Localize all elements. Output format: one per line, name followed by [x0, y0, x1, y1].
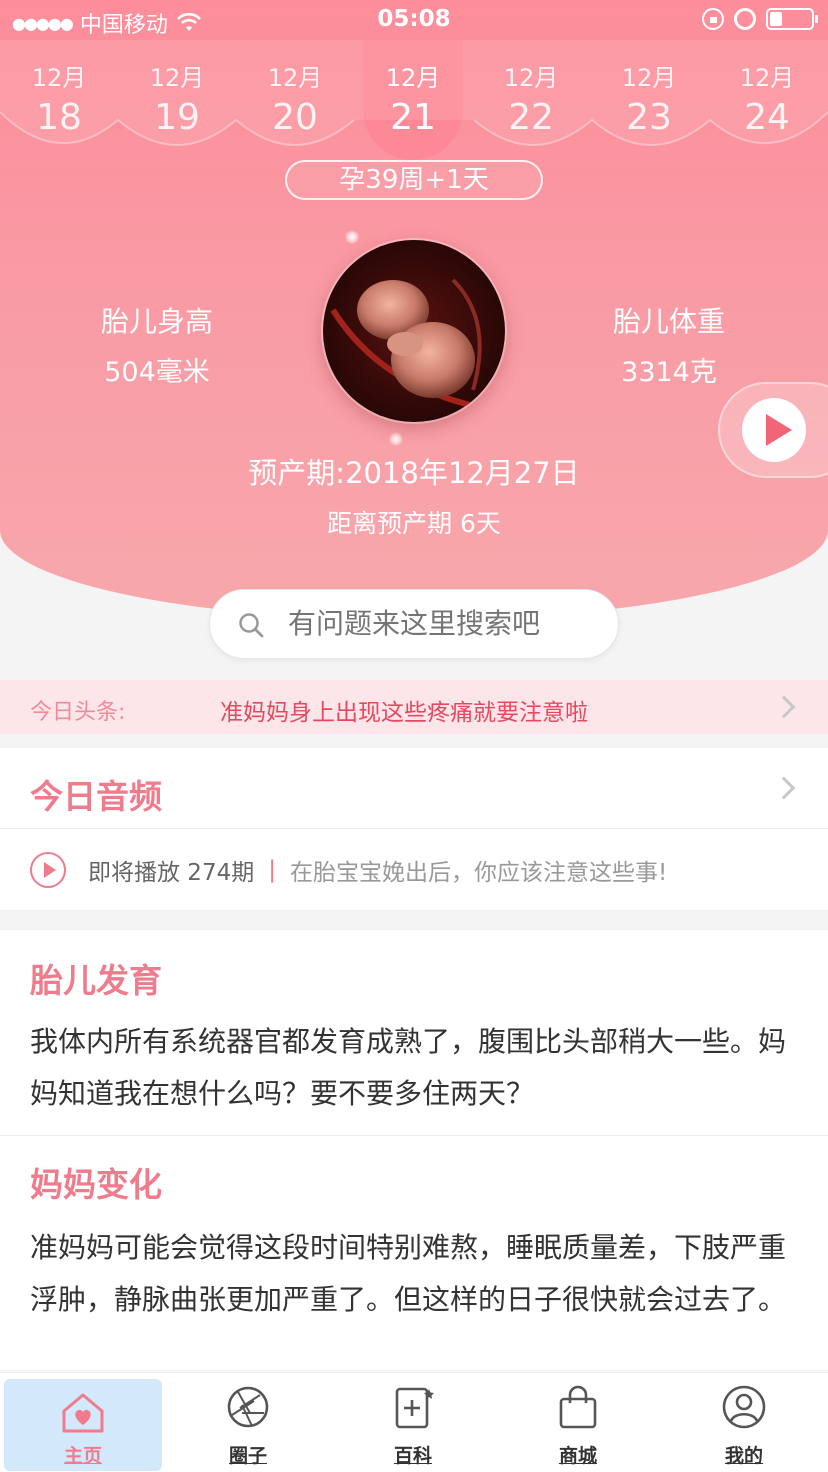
date-month: 12月: [739, 64, 795, 92]
tab-shop[interactable]: 商城: [498, 1373, 658, 1472]
audio-episode: 即将播放 274期: [88, 860, 255, 886]
tab-label: 我的: [724, 1445, 763, 1467]
bottom-tab-bar: 主页 圈子 百科 商城 我的: [0, 1372, 828, 1472]
app-screen: ●●●●● 中国移动 05:08 12月 18 12月 19 12月 20 12…: [0, 0, 828, 1472]
fetal-weight-stat: 胎儿体重 3314克: [559, 300, 779, 389]
tab-label: 主页: [63, 1445, 102, 1467]
battery-icon: [766, 8, 818, 30]
tab-label: 圈子: [228, 1445, 267, 1467]
date-item-20[interactable]: 12月 20: [236, 58, 354, 138]
mom-change-text: 准妈妈可能会觉得这段时间特别难熬，睡眠质量差，下肢严重浮肿，静脉曲张更加严重了。…: [30, 1231, 787, 1316]
search-icon: [239, 613, 264, 638]
today-audio-card: 今日音频 即将播放 274期 | 在胎宝宝娩出后，你应该注意这些事!: [0, 748, 828, 910]
headline-link[interactable]: 准妈妈身上出现这些疼痛就要注意啦: [220, 693, 588, 727]
date-item-19[interactable]: 12月 19: [118, 58, 236, 138]
tab-label: 商城: [558, 1445, 597, 1467]
separator: |: [268, 857, 276, 883]
fetal-height-stat: 胎儿身高 504毫米: [47, 300, 267, 389]
divider: [0, 828, 828, 829]
chevron-right-icon: [772, 695, 796, 719]
today-audio-title: 今日音频: [30, 777, 162, 816]
sparkle-decoration: [345, 230, 359, 244]
fetal-weight-value: 3314克: [621, 357, 717, 388]
search-input[interactable]: [288, 590, 598, 658]
date-day: 24: [744, 97, 790, 138]
tab-home[interactable]: 主页: [4, 1379, 162, 1471]
date-month: 12月: [149, 64, 205, 92]
date-day: 20: [272, 97, 318, 138]
status-bar: ●●●●● 中国移动 05:08: [0, 0, 828, 40]
today-headline-bar[interactable]: 今日头条: 准妈妈身上出现这些疼痛就要注意啦: [0, 680, 828, 734]
date-month: 12月: [267, 64, 323, 92]
fetus-illustration: [323, 240, 505, 422]
fetus-image[interactable]: [323, 240, 505, 422]
date-month: 12月: [621, 64, 677, 92]
fetal-development-title: 胎儿发育: [30, 961, 162, 1000]
date-month: 12月: [31, 64, 87, 92]
date-month: 12月: [503, 64, 559, 92]
shopping-bag-icon: [559, 1385, 597, 1429]
due-date: 预产期:2018年12月27日: [248, 456, 580, 490]
headline-tag: 今日头条:: [30, 700, 126, 725]
date-day: 18: [36, 97, 82, 138]
tab-encyclopedia[interactable]: 百科: [333, 1373, 493, 1472]
home-heart-icon: [62, 1393, 104, 1433]
fetal-height-label: 胎儿身高: [100, 305, 213, 338]
date-strip: 12月 18 12月 19 12月 20 12月 21 12月 22 12月 2…: [0, 40, 828, 160]
fetal-height-value: 504毫米: [104, 357, 210, 388]
date-item-21[interactable]: 12月 21: [354, 58, 472, 138]
mom-change-title: 妈妈变化: [30, 1165, 162, 1204]
date-item-22[interactable]: 12月 22: [472, 58, 590, 138]
days-until-due: 距离预产期 6天: [327, 509, 501, 538]
date-item-24[interactable]: 12月 24: [708, 58, 826, 138]
pregnancy-week-badge: 孕39周+1天: [285, 160, 543, 200]
date-item-18[interactable]: 12月 18: [0, 58, 118, 138]
date-month: 12月: [385, 64, 441, 92]
aperture-icon: [227, 1386, 269, 1428]
date-day: 22: [508, 97, 554, 138]
divider: [0, 1135, 828, 1136]
pregnancy-header: ●●●●● 中国移动 05:08 12月 18 12月 19 12月 20 12…: [0, 0, 828, 620]
alarm-icon: [734, 8, 756, 30]
encyclopedia-icon: [395, 1387, 434, 1429]
tab-circle[interactable]: 圈子: [168, 1373, 328, 1472]
sparkle-decoration: [389, 432, 403, 446]
tab-mine[interactable]: 我的: [664, 1373, 824, 1472]
audio-play-icon[interactable]: [30, 852, 66, 888]
profile-icon: [722, 1385, 766, 1429]
fetal-development-text: 我体内所有系统器官都发育成熟了，腹围比头部稍大一些。妈妈知道我在想什么吗？要不要…: [30, 1025, 787, 1110]
development-card: 胎儿发育 我体内所有系统器官都发育成熟了，腹围比头部稍大一些。妈妈知道我在想什么…: [0, 930, 828, 1370]
date-day: 21: [390, 97, 436, 138]
date-day: 23: [626, 97, 672, 138]
audio-description: 在胎宝宝娩出后，你应该注意这些事!: [289, 860, 668, 886]
fetal-weight-label: 胎儿体重: [612, 305, 725, 338]
tab-label: 百科: [393, 1445, 432, 1467]
date-item-23[interactable]: 12月 23: [590, 58, 708, 138]
search-bar[interactable]: [209, 589, 619, 659]
orientation-lock-icon: [702, 8, 724, 30]
date-day: 19: [154, 97, 200, 138]
chevron-right-icon[interactable]: [772, 776, 796, 800]
audio-item[interactable]: 即将播放 274期 | 在胎宝宝娩出后，你应该注意这些事!: [30, 850, 667, 890]
